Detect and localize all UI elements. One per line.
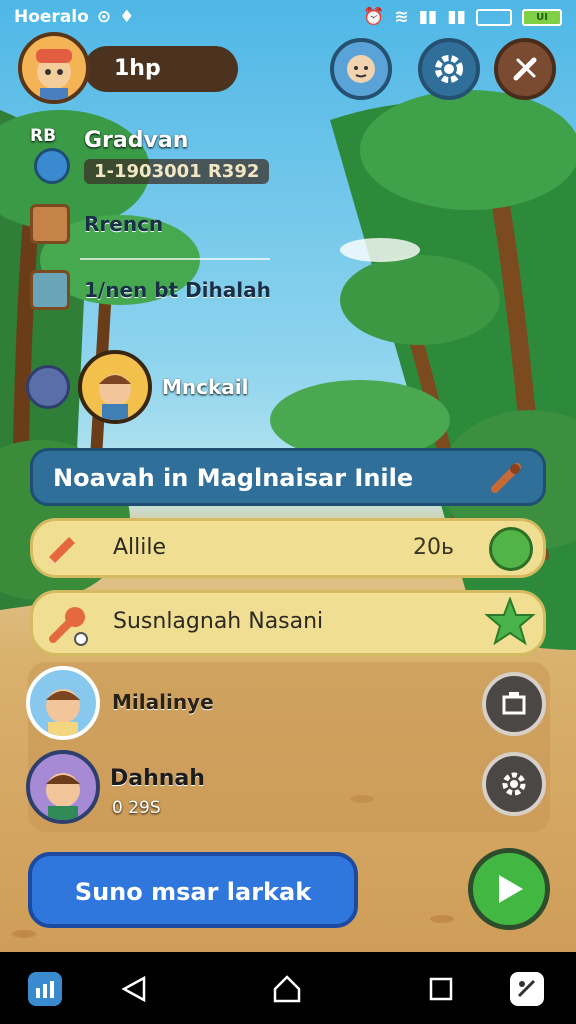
home-icon (273, 975, 301, 1003)
assistant-icon[interactable] (510, 972, 544, 1006)
battery-icon (476, 8, 512, 26)
wifi-icon: ≋ (394, 7, 409, 27)
compass-icon (26, 365, 70, 409)
profile-row[interactable]: RB Gradvan 1-1903001 R392 (30, 126, 270, 186)
navigation-bar (0, 952, 576, 1024)
menu-item-2[interactable]: 1/nen bt Dihalah (30, 270, 271, 310)
play-arrow-icon (499, 875, 523, 903)
task-row-2[interactable]: Susnlagnah Nasani (30, 590, 546, 656)
status-bar: Hoeralo ⊙ ♦ ⏰ ≋ ▮▮ ▮▮ UI (0, 0, 576, 34)
signal-icon-2: ▮▮ (447, 7, 466, 27)
player-1-action-button[interactable] (482, 672, 546, 736)
player-2-value: 0 29S (112, 798, 161, 818)
quest-banner[interactable]: Noavah in Maglnaisar Inile (30, 448, 546, 506)
home-button[interactable] (270, 972, 304, 1006)
book-icon (30, 204, 70, 244)
menu-item-1[interactable]: Rrencn (30, 204, 163, 244)
player-2-avatar[interactable] (26, 750, 100, 824)
profile-name: Gradvan (84, 128, 189, 153)
play-button[interactable] (468, 848, 550, 930)
character-face-icon (347, 55, 375, 83)
hammer-icon (489, 459, 525, 495)
globe-icon (34, 148, 70, 184)
primary-action-label: Suno msar larkak (74, 878, 312, 906)
signal-icon: ▮▮ (418, 7, 438, 27)
player-1-name: Milalinye (112, 690, 214, 714)
carrier-label: Hoeralo (14, 7, 89, 27)
task-2-label: Susnlagnah Nasani (113, 609, 324, 634)
players-panel (28, 662, 550, 832)
recents-icon (429, 977, 453, 1001)
tools-button[interactable] (494, 38, 556, 100)
divider (80, 258, 270, 260)
star-badge-icon (483, 596, 537, 651)
app-shortcut-icon[interactable] (28, 972, 62, 1006)
back-icon (121, 975, 146, 1003)
recents-button[interactable] (424, 972, 458, 1006)
pencil-icon (45, 531, 81, 567)
player-2-settings-button[interactable] (482, 752, 546, 816)
menu-item-3-label: Mnckail (162, 375, 249, 399)
task-row-1[interactable]: Allile 20ь (30, 518, 546, 578)
box-icon (502, 692, 526, 715)
key-icon (45, 603, 89, 647)
menu-item-3[interactable]: Mnckail (26, 350, 249, 424)
settings-button[interactable] (418, 38, 480, 100)
back-button[interactable] (118, 972, 152, 1006)
hp-display: 1hp (84, 46, 238, 92)
player-1-avatar[interactable] (26, 666, 100, 740)
avatar-face-icon (36, 49, 72, 100)
player-avatar[interactable] (18, 32, 90, 104)
game-scene: Hoeralo ⊙ ♦ ⏰ ≋ ▮▮ ▮▮ UI 1hp RB Gradvan … (0, 0, 576, 952)
menu-item-1-label: Rrencn (84, 212, 164, 236)
player-2-name: Dahnah (110, 766, 205, 791)
wrench-icon (513, 57, 537, 81)
gear-icon (435, 55, 463, 83)
leaf-icon (489, 527, 533, 571)
task-1-value: 20ь (413, 535, 454, 560)
profile-subtitle: 1-1903001 R392 (84, 159, 270, 184)
menu-item-2-label: 1/nen bt Dihalah (84, 278, 271, 302)
primary-action-button[interactable]: Suno msar larkak (28, 852, 358, 928)
gear-icon (502, 772, 526, 796)
profile-header: RB (30, 126, 57, 146)
alarm-icon: ⏰ (363, 7, 385, 27)
map-icon (30, 270, 70, 310)
location-icon: ♦ (119, 7, 135, 27)
hp-value: 1hp (114, 56, 161, 81)
task-1-label: Allile (113, 535, 167, 560)
character-button[interactable] (330, 38, 392, 100)
mnckail-avatar (78, 350, 152, 424)
banner-title: Noavah in Maglnaisar Inile (53, 464, 414, 492)
battery-charge-icon: UI (522, 8, 562, 26)
notification-icon: ⊙ (96, 7, 112, 27)
